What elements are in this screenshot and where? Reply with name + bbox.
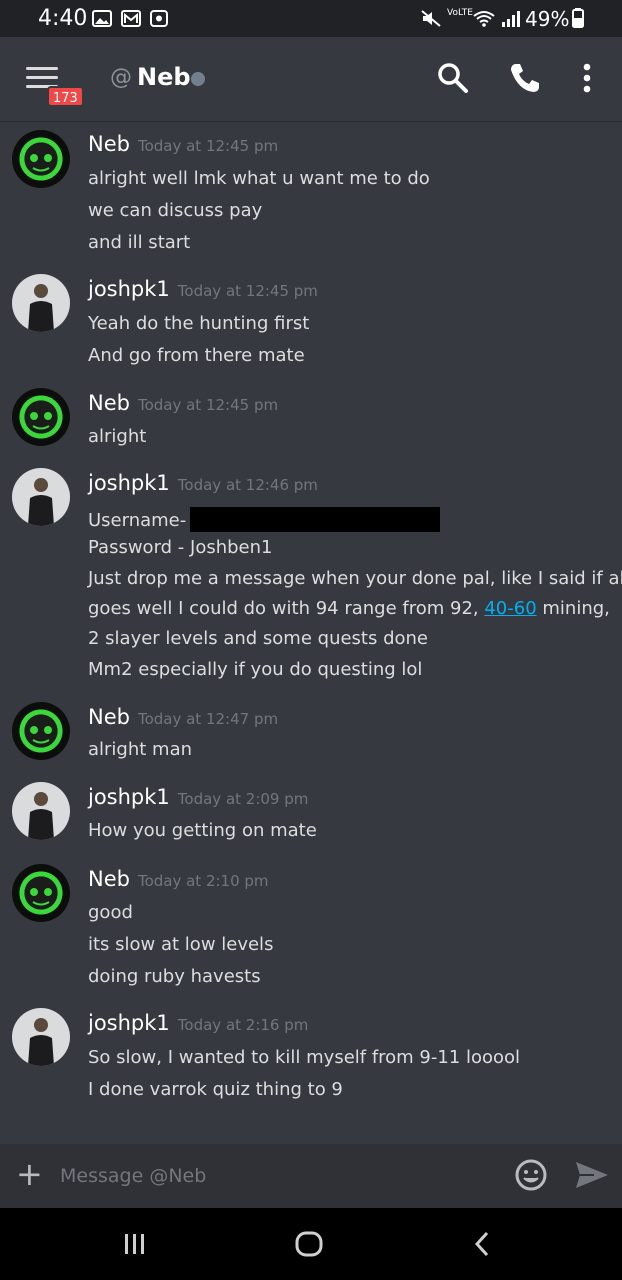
avatar[interactable] [12,782,70,840]
avatar-art-icon [30,154,52,172]
avatar[interactable] [12,130,70,188]
avatar-art-icon [30,888,52,906]
message-text: Just drop me a message when your done pa… [88,568,622,589]
mute-icon [421,10,441,27]
presence-status-dot [191,72,205,86]
menu-icon-line [26,67,58,70]
message-author[interactable]: Neb [88,867,130,891]
redaction-block [190,507,441,532]
message-text: we can discuss pay [88,200,263,221]
add-attachment-button[interactable]: + [16,1158,43,1190]
mail-notification-icon [121,10,141,27]
message-text: and ill start [88,232,191,253]
message-list[interactable]: Neb Today at 12:45 pm alright well lmk wh… [0,122,622,1144]
message-link[interactable]: 40-60 [484,598,536,619]
message-text: Yeah do the hunting first [88,313,310,334]
back-icon[interactable] [470,1228,494,1260]
message-timestamp: Today at 2:16 pm [177,1016,309,1034]
message-text-segment: goes well I could do with 94 range from … [88,598,485,619]
message-author[interactable]: Neb [88,705,130,729]
dm-at-sign: @ [110,65,132,90]
message-text-segment: mining, [536,598,610,619]
message-text: alright well lmk what u want me to do [88,168,430,189]
message-text: How you getting on mate [88,820,317,841]
battery-icon [572,8,584,28]
avatar[interactable] [12,388,70,446]
message-text: alright man [88,739,193,760]
message-author[interactable]: Neb [88,132,130,156]
message-timestamp: Today at 2:10 pm [137,872,269,890]
app-notification-icon [150,10,168,27]
message-text: good [88,902,133,923]
more-options-icon[interactable] [572,61,602,95]
message-text: So slow, I wanted to kill myself from 9-… [88,1047,521,1068]
message-input[interactable] [60,1160,480,1192]
avatar[interactable] [12,468,70,526]
message-composer: + [0,1144,622,1208]
phone-icon[interactable] [508,61,542,95]
message-author[interactable]: joshpk1 [88,1011,170,1035]
message-text: Mm2 especially if you do questing lol [88,659,423,680]
avatar-photo-icon [28,792,54,840]
message-timestamp: Today at 12:47 pm [137,710,279,728]
battery-percent: 49% [525,7,570,31]
message-text: its slow at low levels [88,934,274,955]
message-text: Password - Joshben1 [88,537,273,558]
unread-badge: 173 [47,86,84,107]
status-time: 4:40 [38,6,88,31]
message-text: And go from there mate [88,345,305,366]
avatar-photo-icon [28,284,54,332]
gallery-notification-icon [92,10,112,27]
channel-title: Neb [137,63,191,91]
search-icon[interactable] [436,61,470,95]
message-text: alright [88,426,147,447]
message-text: goes well I could do with 94 range from … [88,598,610,619]
avatar[interactable] [12,702,70,760]
wifi-icon [473,11,495,27]
message-timestamp: Today at 12:45 pm [137,396,279,414]
send-icon[interactable] [574,1158,610,1192]
menu-icon-line [26,76,58,79]
message-text: I done varrok quiz thing to 9 [88,1079,343,1100]
message-timestamp: Today at 12:45 pm [177,282,318,300]
avatar-art-icon [30,726,52,744]
volte-label: VoLTE [447,8,473,18]
message-author[interactable]: joshpk1 [88,785,170,809]
message-author[interactable]: joshpk1 [88,471,170,495]
message-timestamp: Today at 2:09 pm [177,790,309,808]
avatar-photo-icon [28,1018,54,1066]
message-timestamp: Today at 12:46 pm [177,476,318,494]
message-text: doing ruby havests [88,966,261,987]
recent-apps-icon[interactable] [120,1228,150,1260]
status-bar: 4:40 VoLTE 49% [0,0,622,37]
avatar[interactable] [12,274,70,332]
signal-icon [502,11,520,27]
message-timestamp: Today at 12:45 pm [137,137,279,155]
home-icon[interactable] [293,1228,325,1260]
message-text: Username- [88,507,441,532]
chat-header: 173 @ Neb [0,37,622,122]
emoji-icon[interactable] [514,1158,548,1192]
message-author[interactable]: joshpk1 [88,277,170,301]
avatar-photo-icon [28,478,54,526]
message-text: 2 slayer levels and some quests done [88,628,429,649]
system-nav-bar [0,1208,622,1280]
avatar-art-icon [30,412,52,430]
message-author[interactable]: Neb [88,391,130,415]
avatar[interactable] [12,1008,70,1066]
avatar[interactable] [12,864,70,922]
username-label: Username- [88,510,187,531]
